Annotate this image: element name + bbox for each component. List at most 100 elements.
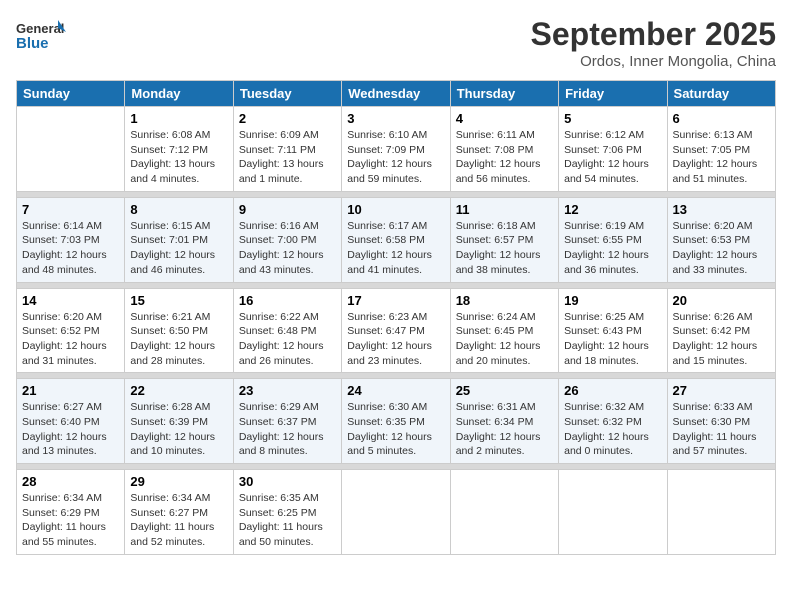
sunrise-text: Sunrise: 6:24 AM (456, 310, 553, 325)
day-number: 5 (564, 111, 661, 126)
day-number: 29 (130, 474, 227, 489)
sunset-text: Sunset: 6:45 PM (456, 324, 553, 339)
sunset-text: Sunset: 7:09 PM (347, 143, 444, 158)
sunrise-text: Sunrise: 6:22 AM (239, 310, 336, 325)
cell-info: Sunrise: 6:35 AM Sunset: 6:25 PM Dayligh… (239, 491, 336, 550)
header-tuesday: Tuesday (233, 81, 341, 107)
location-subtitle: Ordos, Inner Mongolia, China (531, 53, 776, 70)
sunset-text: Sunset: 7:03 PM (22, 233, 119, 248)
sunrise-text: Sunrise: 6:32 AM (564, 400, 661, 415)
sunrise-text: Sunrise: 6:23 AM (347, 310, 444, 325)
cell-info: Sunrise: 6:15 AM Sunset: 7:01 PM Dayligh… (130, 219, 227, 278)
calendar-cell: 13 Sunrise: 6:20 AM Sunset: 6:53 PM Dayl… (667, 197, 775, 282)
calendar-cell: 1 Sunrise: 6:08 AM Sunset: 7:12 PM Dayli… (125, 107, 233, 192)
day-number: 24 (347, 383, 444, 398)
cell-info: Sunrise: 6:30 AM Sunset: 6:35 PM Dayligh… (347, 400, 444, 459)
cell-info: Sunrise: 6:09 AM Sunset: 7:11 PM Dayligh… (239, 128, 336, 187)
sunset-text: Sunset: 7:11 PM (239, 143, 336, 158)
sunset-text: Sunset: 6:58 PM (347, 233, 444, 248)
cell-info: Sunrise: 6:33 AM Sunset: 6:30 PM Dayligh… (673, 400, 770, 459)
calendar-cell: 23 Sunrise: 6:29 AM Sunset: 6:37 PM Dayl… (233, 379, 341, 464)
week-row-4: 21 Sunrise: 6:27 AM Sunset: 6:40 PM Dayl… (17, 379, 776, 464)
cell-info: Sunrise: 6:13 AM Sunset: 7:05 PM Dayligh… (673, 128, 770, 187)
cell-info: Sunrise: 6:23 AM Sunset: 6:47 PM Dayligh… (347, 310, 444, 369)
calendar-cell: 8 Sunrise: 6:15 AM Sunset: 7:01 PM Dayli… (125, 197, 233, 282)
day-number: 4 (456, 111, 553, 126)
calendar-cell (17, 107, 125, 192)
day-number: 16 (239, 293, 336, 308)
calendar-cell: 5 Sunrise: 6:12 AM Sunset: 7:06 PM Dayli… (559, 107, 667, 192)
calendar-cell: 26 Sunrise: 6:32 AM Sunset: 6:32 PM Dayl… (559, 379, 667, 464)
sunrise-text: Sunrise: 6:15 AM (130, 219, 227, 234)
daylight-text: Daylight: 12 hours and 10 minutes. (130, 430, 227, 459)
sunset-text: Sunset: 6:39 PM (130, 415, 227, 430)
day-number: 22 (130, 383, 227, 398)
sunrise-text: Sunrise: 6:13 AM (673, 128, 770, 143)
logo: General Blue (16, 16, 66, 56)
day-number: 23 (239, 383, 336, 398)
sunset-text: Sunset: 6:25 PM (239, 506, 336, 521)
calendar-cell: 15 Sunrise: 6:21 AM Sunset: 6:50 PM Dayl… (125, 288, 233, 373)
week-row-2: 7 Sunrise: 6:14 AM Sunset: 7:03 PM Dayli… (17, 197, 776, 282)
daylight-text: Daylight: 12 hours and 59 minutes. (347, 157, 444, 186)
calendar-cell: 30 Sunrise: 6:35 AM Sunset: 6:25 PM Dayl… (233, 470, 341, 555)
sunset-text: Sunset: 7:05 PM (673, 143, 770, 158)
sunrise-text: Sunrise: 6:20 AM (22, 310, 119, 325)
week-row-5: 28 Sunrise: 6:34 AM Sunset: 6:29 PM Dayl… (17, 470, 776, 555)
calendar-cell: 9 Sunrise: 6:16 AM Sunset: 7:00 PM Dayli… (233, 197, 341, 282)
title-block: September 2025 Ordos, Inner Mongolia, Ch… (531, 16, 776, 70)
day-number: 8 (130, 202, 227, 217)
daylight-text: Daylight: 12 hours and 56 minutes. (456, 157, 553, 186)
daylight-text: Daylight: 11 hours and 55 minutes. (22, 520, 119, 549)
sunrise-text: Sunrise: 6:11 AM (456, 128, 553, 143)
day-number: 25 (456, 383, 553, 398)
day-number: 11 (456, 202, 553, 217)
days-header-row: SundayMondayTuesdayWednesdayThursdayFrid… (17, 81, 776, 107)
sunrise-text: Sunrise: 6:30 AM (347, 400, 444, 415)
cell-info: Sunrise: 6:32 AM Sunset: 6:32 PM Dayligh… (564, 400, 661, 459)
header-thursday: Thursday (450, 81, 558, 107)
sunrise-text: Sunrise: 6:20 AM (673, 219, 770, 234)
sunset-text: Sunset: 6:57 PM (456, 233, 553, 248)
calendar-cell: 4 Sunrise: 6:11 AM Sunset: 7:08 PM Dayli… (450, 107, 558, 192)
calendar-cell (450, 470, 558, 555)
daylight-text: Daylight: 12 hours and 36 minutes. (564, 248, 661, 277)
sunset-text: Sunset: 6:34 PM (456, 415, 553, 430)
sunset-text: Sunset: 7:01 PM (130, 233, 227, 248)
daylight-text: Daylight: 12 hours and 20 minutes. (456, 339, 553, 368)
day-number: 15 (130, 293, 227, 308)
cell-info: Sunrise: 6:26 AM Sunset: 6:42 PM Dayligh… (673, 310, 770, 369)
calendar-cell: 20 Sunrise: 6:26 AM Sunset: 6:42 PM Dayl… (667, 288, 775, 373)
calendar-cell: 2 Sunrise: 6:09 AM Sunset: 7:11 PM Dayli… (233, 107, 341, 192)
sunset-text: Sunset: 6:30 PM (673, 415, 770, 430)
sunset-text: Sunset: 6:52 PM (22, 324, 119, 339)
sunset-text: Sunset: 6:27 PM (130, 506, 227, 521)
daylight-text: Daylight: 12 hours and 2 minutes. (456, 430, 553, 459)
calendar-cell: 16 Sunrise: 6:22 AM Sunset: 6:48 PM Dayl… (233, 288, 341, 373)
cell-info: Sunrise: 6:34 AM Sunset: 6:27 PM Dayligh… (130, 491, 227, 550)
day-number: 18 (456, 293, 553, 308)
daylight-text: Daylight: 12 hours and 38 minutes. (456, 248, 553, 277)
cell-info: Sunrise: 6:24 AM Sunset: 6:45 PM Dayligh… (456, 310, 553, 369)
header-friday: Friday (559, 81, 667, 107)
sunrise-text: Sunrise: 6:21 AM (130, 310, 227, 325)
cell-info: Sunrise: 6:18 AM Sunset: 6:57 PM Dayligh… (456, 219, 553, 278)
sunset-text: Sunset: 6:37 PM (239, 415, 336, 430)
sunrise-text: Sunrise: 6:31 AM (456, 400, 553, 415)
calendar-cell: 17 Sunrise: 6:23 AM Sunset: 6:47 PM Dayl… (342, 288, 450, 373)
calendar-cell: 18 Sunrise: 6:24 AM Sunset: 6:45 PM Dayl… (450, 288, 558, 373)
daylight-text: Daylight: 12 hours and 51 minutes. (673, 157, 770, 186)
sunrise-text: Sunrise: 6:33 AM (673, 400, 770, 415)
daylight-text: Daylight: 12 hours and 18 minutes. (564, 339, 661, 368)
calendar-cell (667, 470, 775, 555)
day-number: 17 (347, 293, 444, 308)
header-saturday: Saturday (667, 81, 775, 107)
cell-info: Sunrise: 6:28 AM Sunset: 6:39 PM Dayligh… (130, 400, 227, 459)
sunrise-text: Sunrise: 6:19 AM (564, 219, 661, 234)
calendar-cell: 7 Sunrise: 6:14 AM Sunset: 7:03 PM Dayli… (17, 197, 125, 282)
daylight-text: Daylight: 12 hours and 26 minutes. (239, 339, 336, 368)
calendar-cell: 6 Sunrise: 6:13 AM Sunset: 7:05 PM Dayli… (667, 107, 775, 192)
day-number: 7 (22, 202, 119, 217)
sunrise-text: Sunrise: 6:34 AM (22, 491, 119, 506)
sunrise-text: Sunrise: 6:09 AM (239, 128, 336, 143)
